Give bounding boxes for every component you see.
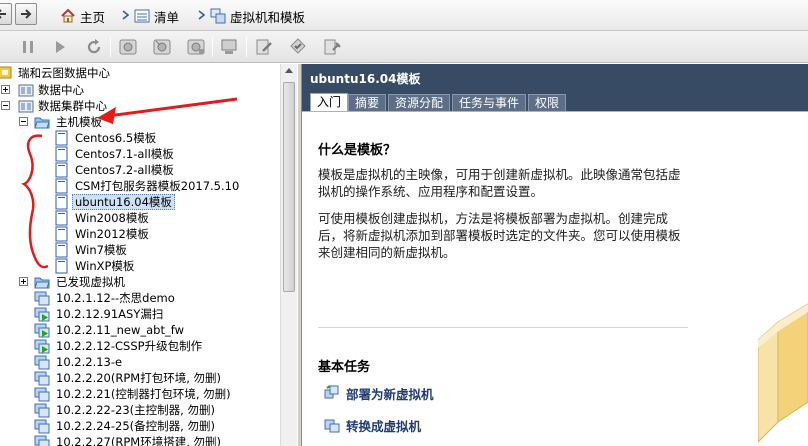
console-icon[interactable] bbox=[220, 37, 240, 57]
task-deploy-label: 部署为新虚拟机 bbox=[346, 386, 434, 402]
navigation-bar: 主页 清单 虚拟机和模板 bbox=[0, 0, 808, 31]
task-deploy-new-vm[interactable]: 部署为新虚拟机 bbox=[324, 384, 434, 402]
toolbar-divider bbox=[110, 37, 111, 57]
help-title: 什么是模板？ bbox=[318, 143, 397, 158]
refresh-icon[interactable] bbox=[84, 37, 104, 57]
tab-permissions[interactable]: 权限 bbox=[528, 94, 567, 111]
scroll-up-icon[interactable] bbox=[285, 68, 293, 73]
snapshot-manager-icon[interactable] bbox=[186, 37, 206, 57]
toolbar-divider bbox=[212, 37, 213, 57]
pause-icon[interactable] bbox=[18, 37, 38, 57]
toolbar-divider bbox=[246, 37, 247, 57]
tab-tasks-events[interactable]: 任务与事件 bbox=[452, 94, 527, 111]
object-header: ubuntu16.04模板 bbox=[302, 64, 808, 92]
deploy-icon bbox=[324, 385, 339, 399]
breadcrumb-separator-icon bbox=[122, 10, 130, 20]
tab-resource-allocation[interactable]: 资源分配 bbox=[388, 94, 451, 111]
breadcrumb-current-label: 虚拟机和模板 bbox=[230, 9, 306, 25]
breadcrumb-home-label: 主页 bbox=[80, 9, 106, 25]
inventory-icon bbox=[134, 9, 150, 23]
help-paragraph-1: 模板是虚拟机的主映像，可用于创建新虚拟机。此映像通常包括虚拟机的操作系统、应用程… bbox=[318, 167, 681, 199]
task-convert-to-vm[interactable]: 转换成虚拟机 bbox=[324, 416, 421, 434]
play-icon[interactable] bbox=[50, 37, 70, 57]
snapshot-revert-icon[interactable] bbox=[152, 37, 172, 57]
convert-icon bbox=[324, 419, 340, 433]
home-icon bbox=[61, 8, 75, 23]
tab-getting-started[interactable]: 入门 bbox=[310, 93, 349, 111]
annotation-arrow-shaft bbox=[107, 97, 238, 118]
forward-button[interactable] bbox=[15, 3, 37, 25]
breadcrumb-separator-icon bbox=[198, 10, 206, 20]
back-arrow-icon bbox=[0, 9, 6, 19]
breadcrumb-inventory[interactable]: 清单 bbox=[134, 7, 179, 25]
tree-scrollbar[interactable] bbox=[280, 64, 297, 446]
task-convert-label: 转换成虚拟机 bbox=[346, 418, 422, 434]
edit-settings-icon[interactable] bbox=[254, 37, 274, 57]
basic-tasks-title: 基本任务 bbox=[318, 360, 371, 375]
detail-pane: ubuntu16.04模板 入门 摘要 资源分配 任务与事件 权限 什么是模板？… bbox=[302, 64, 808, 446]
breadcrumb-current[interactable]: 虚拟机和模板 bbox=[210, 7, 305, 25]
snapshot-icon[interactable] bbox=[118, 37, 138, 57]
tab-strip: 入门 摘要 资源分配 任务与事件 权限 bbox=[302, 92, 808, 111]
forward-arrow-icon bbox=[21, 9, 32, 19]
inventory-tree[interactable]: 瑞和云图数据中心 数据中心 数据集群中心 主机模板 Centos6.5模板 Ce… bbox=[0, 64, 280, 446]
section-divider bbox=[318, 327, 688, 328]
tab-summary[interactable]: 摘要 bbox=[348, 94, 387, 111]
red-annotation bbox=[21, 97, 238, 269]
annotation-arrowhead bbox=[97, 107, 116, 124]
annotation-bracket bbox=[21, 134, 49, 269]
breadcrumb-home[interactable]: 主页 bbox=[60, 7, 105, 25]
breadcrumb: 主页 清单 虚拟机和模板 bbox=[58, 0, 808, 31]
help-paragraph-2: 可使用模板创建虚拟机，方法是将模板部署为虚拟机。创建完成后，将新虚拟机添加到部署… bbox=[318, 211, 681, 260]
template-icon[interactable] bbox=[322, 37, 342, 57]
breadcrumb-inventory-label: 清单 bbox=[154, 9, 180, 25]
getting-started-content: 什么是模板？ 模板是虚拟机的主映像，可用于创建新虚拟机。此映像通常包括虚拟机的操… bbox=[302, 111, 808, 446]
toolbar bbox=[0, 31, 808, 63]
back-button[interactable] bbox=[0, 3, 12, 25]
scrollbar-thumb[interactable] bbox=[283, 82, 295, 292]
vm-templates-icon bbox=[210, 8, 226, 24]
object-title: ubuntu16.04模板 bbox=[310, 72, 421, 86]
permissions-icon[interactable] bbox=[288, 37, 308, 57]
template-box-illustration bbox=[758, 303, 808, 443]
